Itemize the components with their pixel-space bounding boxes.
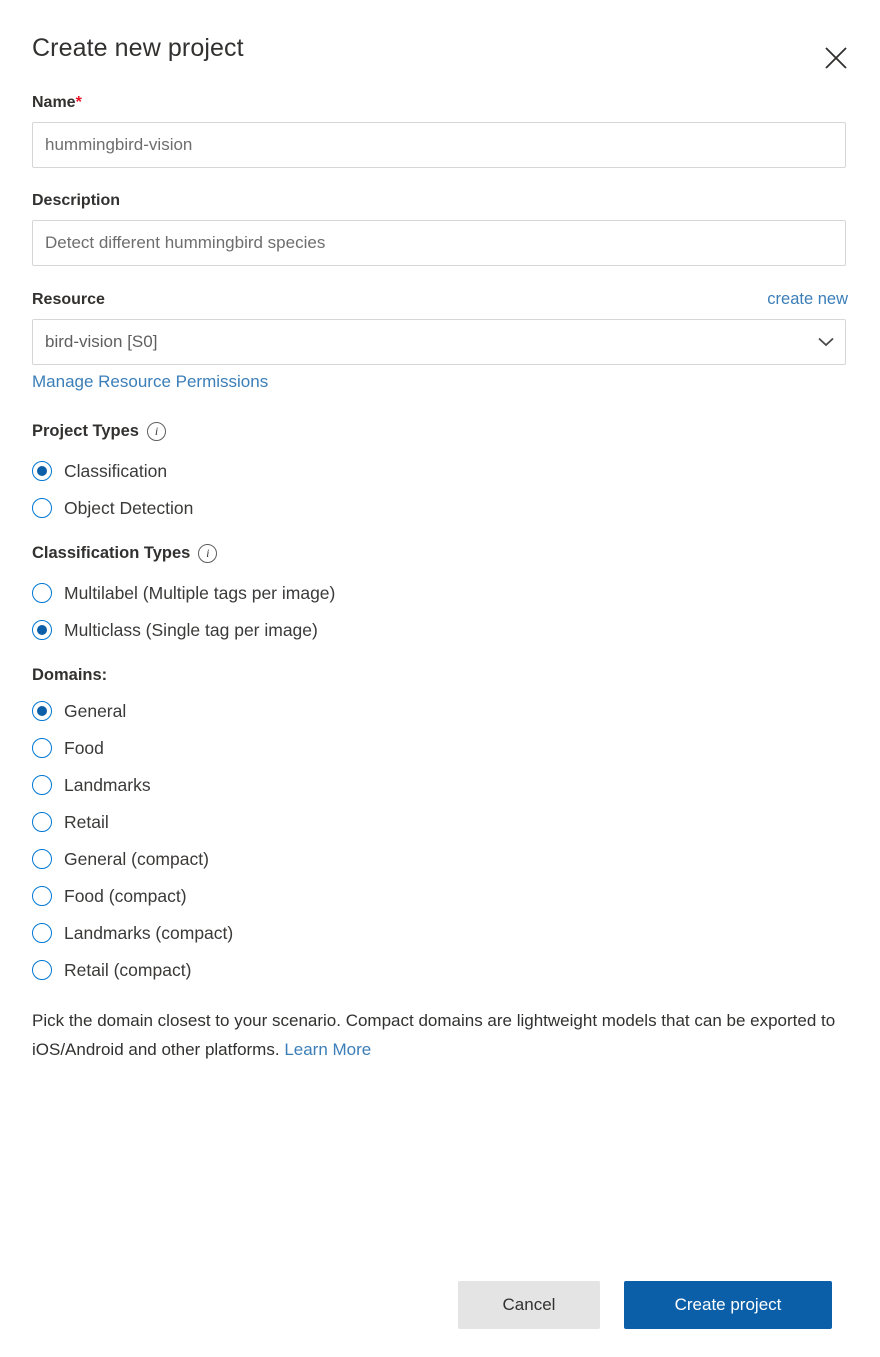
radio-domain-landmarks[interactable]: Landmarks bbox=[32, 766, 848, 803]
resource-label-row: Resource create new bbox=[32, 288, 848, 311]
dialog-header: Create new project bbox=[0, 0, 880, 92]
domains-title: Domains: bbox=[32, 666, 108, 684]
radio-label: Multilabel (Multiple tags per image) bbox=[64, 582, 336, 603]
page-title: Create new project bbox=[32, 34, 244, 62]
create-project-button[interactable]: Create project bbox=[624, 1281, 832, 1329]
radio-label: General bbox=[64, 700, 127, 721]
radio-indicator bbox=[32, 737, 52, 758]
radio-indicator bbox=[32, 582, 52, 603]
close-icon[interactable] bbox=[814, 36, 858, 80]
name-label-text: Name bbox=[32, 94, 76, 111]
radio-domain-landmarks-compact[interactable]: Landmarks (compact) bbox=[32, 914, 848, 951]
create-new-resource-link[interactable]: create new bbox=[767, 288, 848, 310]
create-new-project-dialog: Create new project Name* Description Res… bbox=[0, 0, 880, 1357]
resource-select-wrapper: bird-vision [S0] bbox=[32, 319, 846, 365]
radio-indicator bbox=[32, 959, 52, 980]
info-icon[interactable]: i bbox=[198, 543, 218, 563]
close-icon-glyph bbox=[825, 47, 847, 69]
learn-more-link[interactable]: Learn More bbox=[284, 1040, 371, 1059]
name-input[interactable] bbox=[32, 122, 846, 168]
dialog-body: Name* Description Resource create new bi… bbox=[0, 92, 880, 1064]
radio-indicator bbox=[32, 619, 52, 640]
radio-label: Food bbox=[64, 737, 104, 758]
resource-selected-value: bird-vision [S0] bbox=[45, 332, 158, 351]
classification-types-heading: Classification Types i bbox=[32, 542, 848, 564]
radio-indicator bbox=[32, 700, 52, 721]
radio-label: Classification bbox=[64, 460, 168, 481]
radio-indicator bbox=[32, 497, 52, 518]
radio-label: Landmarks bbox=[64, 774, 151, 795]
radio-label: Object Detection bbox=[64, 497, 194, 518]
cancel-button[interactable]: Cancel bbox=[458, 1281, 600, 1329]
resource-select[interactable]: bird-vision [S0] bbox=[32, 319, 846, 365]
required-marker: * bbox=[75, 94, 82, 111]
radio-classification-multiclass[interactable]: Multiclass (Single tag per image) bbox=[32, 611, 848, 648]
domain-help-text: Pick the domain closest to your scenario… bbox=[32, 1006, 848, 1064]
info-icon[interactable]: i bbox=[146, 421, 166, 441]
radio-label: Food (compact) bbox=[64, 885, 187, 906]
radio-project-type-object-detection[interactable]: Object Detection bbox=[32, 489, 848, 526]
radio-domain-retail-compact[interactable]: Retail (compact) bbox=[32, 951, 848, 988]
radio-domain-retail[interactable]: Retail bbox=[32, 803, 848, 840]
radio-label: General (compact) bbox=[64, 848, 209, 869]
radio-label: Multiclass (Single tag per image) bbox=[64, 619, 318, 640]
radio-project-type-classification[interactable]: Classification bbox=[32, 452, 848, 489]
manage-resource-permissions-link[interactable]: Manage Resource Permissions bbox=[32, 370, 268, 394]
radio-indicator bbox=[32, 885, 52, 906]
radio-domain-food[interactable]: Food bbox=[32, 729, 848, 766]
radio-label: Landmarks (compact) bbox=[64, 922, 234, 943]
domain-help-sentence: Pick the domain closest to your scenario… bbox=[32, 1011, 836, 1059]
resource-field-label: Resource bbox=[32, 291, 105, 308]
radio-indicator bbox=[32, 922, 52, 943]
radio-domain-general-compact[interactable]: General (compact) bbox=[32, 840, 848, 877]
radio-indicator bbox=[32, 848, 52, 869]
radio-label: Retail (compact) bbox=[64, 959, 192, 980]
radio-classification-multilabel[interactable]: Multilabel (Multiple tags per image) bbox=[32, 574, 848, 611]
radio-domain-food-compact[interactable]: Food (compact) bbox=[32, 877, 848, 914]
project-types-title: Project Types bbox=[32, 422, 139, 440]
name-field-label: Name* bbox=[32, 92, 848, 114]
dialog-footer: Cancel Create project bbox=[0, 1253, 880, 1357]
description-field-label: Description bbox=[32, 192, 121, 209]
description-input[interactable] bbox=[32, 220, 846, 266]
radio-indicator bbox=[32, 460, 52, 481]
radio-label: Retail bbox=[64, 811, 109, 832]
project-types-heading: Project Types i bbox=[32, 420, 848, 442]
radio-indicator bbox=[32, 774, 52, 795]
radio-indicator bbox=[32, 811, 52, 832]
radio-domain-general[interactable]: General bbox=[32, 692, 848, 729]
classification-types-title: Classification Types bbox=[32, 544, 191, 562]
